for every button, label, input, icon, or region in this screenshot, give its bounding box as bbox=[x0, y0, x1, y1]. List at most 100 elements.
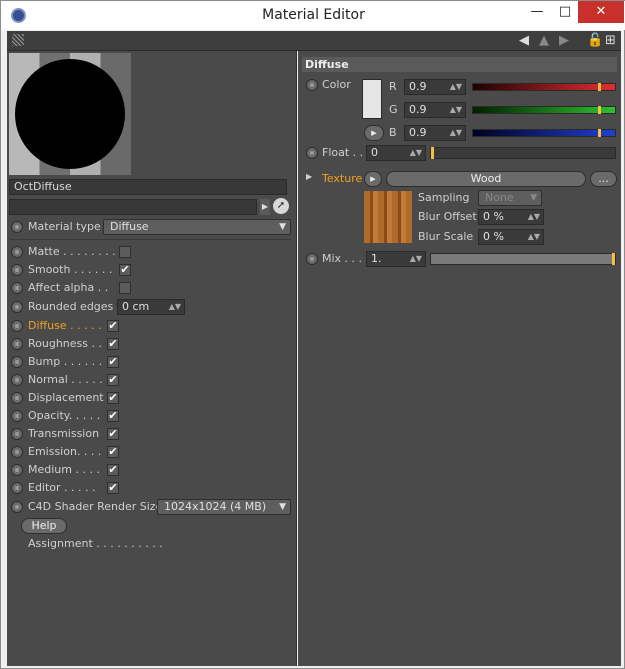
shader-size-row: C4D Shader Render Size 1024x1024 (4 MB) ▼ bbox=[11, 499, 291, 515]
mix-slider[interactable] bbox=[430, 253, 616, 265]
editor-checkbox[interactable]: ✔ bbox=[107, 482, 119, 494]
texture-more-button[interactable]: ... bbox=[590, 171, 617, 187]
radio-icon[interactable] bbox=[306, 147, 318, 159]
radio-icon[interactable] bbox=[11, 374, 23, 386]
spinner-icon[interactable]: ▲▼ bbox=[528, 230, 540, 244]
bump-label[interactable]: Bump . . . . . . bbox=[28, 354, 102, 370]
texture-name-button[interactable]: Wood bbox=[386, 171, 586, 187]
normal-label[interactable]: Normal . . . . . bbox=[28, 372, 103, 388]
minimize-button[interactable]: — bbox=[522, 1, 552, 23]
spinner-icon[interactable]: ▲▼ bbox=[450, 126, 462, 140]
g-field[interactable]: 0.9 ▲▼ bbox=[404, 102, 466, 118]
arrow-forward-icon[interactable]: ▶ bbox=[559, 32, 569, 49]
material-preview[interactable] bbox=[9, 53, 131, 175]
r-slider-handle[interactable] bbox=[598, 83, 601, 91]
blur-scale-field[interactable]: 0 % ▲▼ bbox=[478, 229, 544, 245]
radio-icon[interactable] bbox=[11, 464, 23, 476]
smooth-checkbox[interactable]: ✔ bbox=[119, 264, 131, 276]
radio-icon[interactable] bbox=[11, 446, 23, 458]
maximize-button[interactable]: □ bbox=[550, 1, 580, 23]
color-swatch[interactable] bbox=[362, 79, 382, 119]
arrow-up-icon[interactable]: ▲ bbox=[539, 32, 549, 49]
new-window-icon[interactable]: ⊞ bbox=[605, 32, 616, 49]
roughness-checkbox[interactable]: ✔ bbox=[107, 338, 119, 350]
b-field[interactable]: 0.9 ▲▼ bbox=[404, 125, 466, 141]
radio-icon[interactable] bbox=[11, 356, 23, 368]
rounded-edges-field[interactable]: 0 cm ▲▼ bbox=[117, 299, 185, 315]
affect-alpha-checkbox[interactable] bbox=[119, 282, 131, 294]
transmission-checkbox[interactable]: ✔ bbox=[107, 428, 119, 440]
emission-label[interactable]: Emission. . . . bbox=[28, 444, 101, 460]
bump-checkbox[interactable]: ✔ bbox=[107, 356, 119, 368]
r-field[interactable]: 0.9 ▲▼ bbox=[404, 79, 466, 95]
close-button[interactable]: ✕ bbox=[578, 1, 624, 23]
play-icon[interactable]: ▶ bbox=[260, 199, 270, 215]
radio-icon[interactable] bbox=[11, 392, 23, 404]
diffuse-checkbox[interactable]: ✔ bbox=[107, 320, 119, 332]
material-type-dropdown[interactable]: Diffuse ▼ bbox=[103, 219, 291, 235]
spinner-icon[interactable]: ▲▼ bbox=[410, 252, 422, 266]
help-button[interactable]: Help bbox=[21, 518, 67, 534]
spinner-icon[interactable]: ▲▼ bbox=[450, 103, 462, 117]
radio-icon[interactable] bbox=[306, 79, 318, 91]
expand-color-button[interactable]: ▶ bbox=[364, 125, 384, 141]
spinner-icon[interactable]: ▲▼ bbox=[528, 210, 540, 224]
transmission-label[interactable]: Transmission bbox=[28, 426, 99, 442]
float-slider-handle[interactable] bbox=[431, 147, 434, 159]
emission-checkbox[interactable]: ✔ bbox=[107, 446, 119, 458]
radio-icon[interactable] bbox=[11, 320, 23, 332]
spinner-icon[interactable]: ▲▼ bbox=[450, 80, 462, 94]
b-slider[interactable] bbox=[472, 129, 616, 137]
medium-label[interactable]: Medium . . . . bbox=[28, 462, 100, 478]
medium-checkbox[interactable]: ✔ bbox=[107, 464, 119, 476]
roughness-label[interactable]: Roughness . . bbox=[28, 336, 102, 352]
grip-icon[interactable] bbox=[12, 34, 24, 46]
radio-icon[interactable] bbox=[11, 221, 23, 233]
opacity-label[interactable]: Opacity. . . . . bbox=[28, 408, 100, 424]
shader-size-dropdown[interactable]: 1024x1024 (4 MB) ▼ bbox=[157, 499, 291, 515]
g-slider-handle[interactable] bbox=[598, 106, 601, 114]
mix-slider-handle[interactable] bbox=[612, 253, 615, 265]
radio-icon[interactable] bbox=[11, 246, 23, 258]
spinner-icon[interactable]: ▲▼ bbox=[410, 146, 422, 160]
r-slider[interactable] bbox=[472, 83, 616, 91]
opacity-checkbox[interactable]: ✔ bbox=[107, 410, 119, 422]
arrow-back-icon[interactable]: ◀ bbox=[519, 32, 529, 49]
radio-icon[interactable] bbox=[306, 253, 318, 265]
matte-checkbox[interactable] bbox=[119, 246, 131, 258]
radio-icon[interactable] bbox=[11, 264, 23, 276]
radio-icon[interactable] bbox=[11, 338, 23, 350]
sampling-dropdown[interactable]: None ▼ bbox=[478, 190, 542, 206]
spinner-icon[interactable]: ▲▼ bbox=[169, 300, 181, 314]
float-slider[interactable] bbox=[430, 147, 616, 159]
color-label: Color bbox=[322, 78, 351, 91]
collapse-arrow-icon[interactable]: ▶ bbox=[306, 172, 312, 181]
lock-icon[interactable]: 🔓 bbox=[587, 32, 603, 49]
emission-row: Emission. . . . ✔ bbox=[11, 444, 291, 460]
material-name-field[interactable]: OctDiffuse bbox=[9, 179, 287, 195]
radio-icon[interactable] bbox=[11, 482, 23, 494]
displacement-checkbox[interactable]: ✔ bbox=[107, 392, 119, 404]
b-slider-handle[interactable] bbox=[598, 129, 601, 137]
radio-icon[interactable] bbox=[11, 428, 23, 440]
displacement-label[interactable]: Displacement bbox=[28, 390, 104, 406]
wood-texture-thumbnail[interactable] bbox=[364, 191, 412, 243]
diffuse-label[interactable]: Diffuse . . . . . bbox=[28, 318, 102, 334]
r-value: 0.9 bbox=[409, 80, 427, 93]
float-field[interactable]: 0 ▲▼ bbox=[366, 145, 426, 161]
radio-icon[interactable] bbox=[11, 301, 23, 313]
radio-icon[interactable] bbox=[11, 501, 23, 513]
section-header: Diffuse bbox=[302, 57, 617, 72]
picker-icon[interactable]: ➚ bbox=[273, 198, 289, 214]
radio-icon[interactable] bbox=[11, 410, 23, 422]
radio-icon[interactable] bbox=[11, 282, 23, 294]
mix-field[interactable]: 1. ▲▼ bbox=[366, 251, 426, 267]
g-slider[interactable] bbox=[472, 106, 616, 114]
diffuse-row: Diffuse . . . . . ✔ bbox=[11, 318, 291, 334]
normal-checkbox[interactable]: ✔ bbox=[107, 374, 119, 386]
texture-menu-button[interactable]: ▶ bbox=[364, 171, 382, 187]
editor-label[interactable]: Editor . . . . . bbox=[28, 480, 96, 496]
link-field[interactable] bbox=[9, 199, 257, 215]
assignment-label[interactable]: Assignment . . . . . . . . . . bbox=[28, 537, 163, 550]
blur-offset-field[interactable]: 0 % ▲▼ bbox=[478, 209, 544, 225]
